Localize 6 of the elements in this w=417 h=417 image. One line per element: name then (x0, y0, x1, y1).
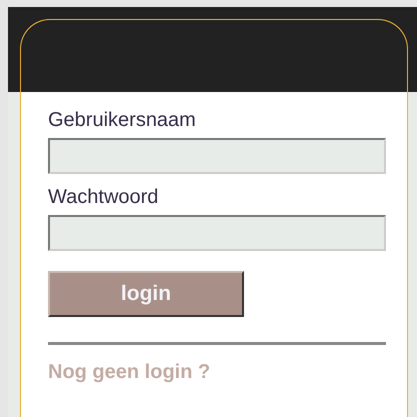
login-button[interactable]: login (48, 271, 244, 317)
input-field[interactable] (48, 215, 386, 251)
signup-link[interactable]: Nog geen login ? (48, 361, 210, 383)
field-label: Gebruikersnaam (48, 108, 197, 132)
field-label: Wachtwoord (48, 185, 160, 209)
input-field[interactable] (48, 138, 386, 174)
